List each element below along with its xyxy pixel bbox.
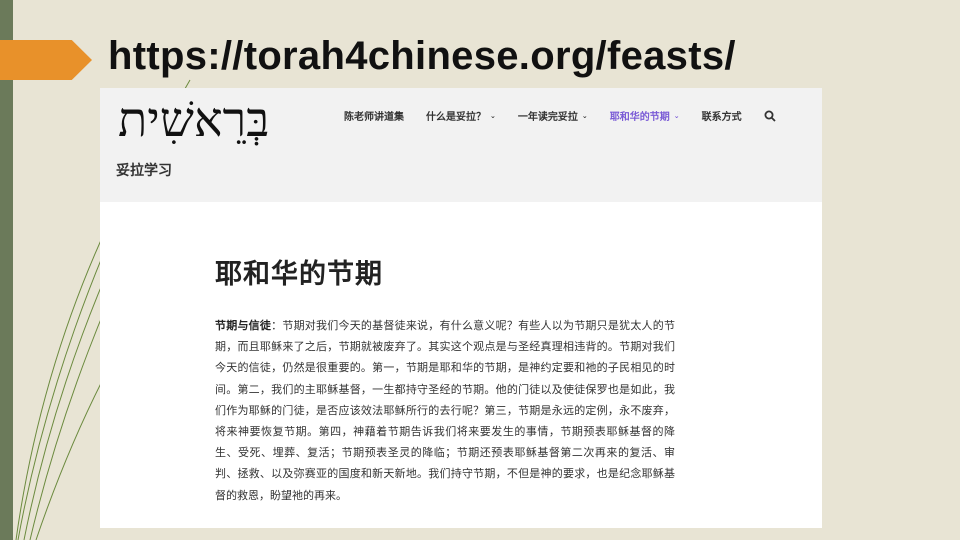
- main-nav: 陈老师讲道集 什么是妥拉？ ⌄ 一年读完妥拉 ⌄ 耶和华的节期 ⌄ 联系方式: [344, 108, 776, 123]
- intro-paragraph: 节期与信徒：节期对我们今天的基督徒来说，有什么意义呢？有些人以为节期只是犹太人的…: [215, 315, 675, 506]
- nav-item-contact[interactable]: 联系方式: [702, 108, 742, 123]
- page-title: 耶和华的节期: [215, 259, 383, 290]
- nav-item-torah-in-a-year[interactable]: 一年读完妥拉 ⌄: [517, 108, 588, 124]
- search-icon[interactable]: [764, 110, 776, 122]
- nav-item-label: 耶和华的节期: [609, 112, 670, 123]
- website-screenshot: בְּרֵאשִׁית 妥拉学习 陈老师讲道集 什么是妥拉？ ⌄ 一年读完妥拉 …: [100, 88, 822, 528]
- nav-item-sermons[interactable]: 陈老师讲道集: [344, 108, 404, 123]
- chevron-down-icon: ⌄: [490, 111, 496, 120]
- chevron-down-icon: ⌄: [581, 111, 588, 120]
- nav-item-label: 什么是妥拉？: [426, 112, 486, 123]
- nav-item-feasts[interactable]: 耶和华的节期 ⌄: [609, 108, 680, 124]
- page-content: 耶和华的节期 节期与信徒：节期对我们今天的基督徒来说，有什么意义呢？有些人以为节…: [215, 252, 675, 506]
- chevron-down-icon: ⌄: [673, 111, 680, 120]
- nav-item-what-is-torah[interactable]: 什么是妥拉？ ⌄: [426, 108, 496, 124]
- nav-item-label: 一年读完妥拉: [517, 112, 578, 123]
- slide-title: https://torah4chinese.org/feasts/: [108, 34, 736, 78]
- site-name[interactable]: 妥拉学习: [116, 160, 172, 180]
- nav-item-label: 联系方式: [701, 112, 742, 123]
- nav-item-label: 陈老师讲道集: [344, 112, 404, 123]
- site-header: בְּרֵאשִׁית 妥拉学习 陈老师讲道集 什么是妥拉？ ⌄ 一年读完妥拉 …: [100, 88, 822, 202]
- paragraph-body: ：节期对我们今天的基督徒来说，有什么意义呢？有些人以为节期只是犹太人的节期，而且…: [215, 319, 675, 502]
- site-logo[interactable]: בְּרֵאשִׁית: [118, 90, 269, 150]
- paragraph-lead: 节期与信徒: [215, 319, 272, 332]
